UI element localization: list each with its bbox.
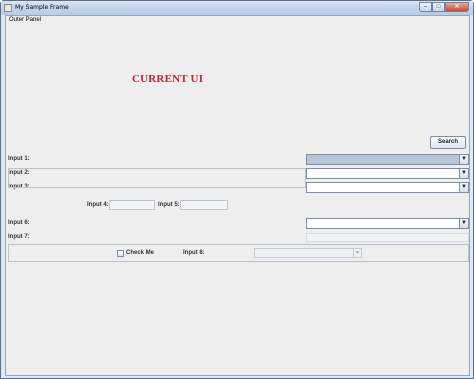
outer-panel: Outer Panel CURRENT UI Search Input 1: ▼… xyxy=(5,15,470,376)
input2-combo[interactable]: ▼ xyxy=(306,168,469,179)
input3-combo[interactable]: ▼ xyxy=(306,182,469,193)
java-app-icon xyxy=(4,4,12,12)
inner-panel-checkbox-input8 xyxy=(8,244,469,262)
input5-field[interactable] xyxy=(180,200,228,210)
input1-combo[interactable]: ▼ xyxy=(306,154,469,165)
chevron-down-icon[interactable]: ▼ xyxy=(459,219,468,228)
input5-label: Input 5: xyxy=(158,202,180,208)
input8-label: Input 8: xyxy=(183,250,205,256)
input6-label: Input 6: xyxy=(8,220,30,226)
close-button[interactable]: ✕ xyxy=(445,2,469,12)
input4-field[interactable] xyxy=(109,200,155,210)
current-ui-banner: CURRENT UI xyxy=(132,73,204,85)
chevron-down-icon[interactable]: ▼ xyxy=(459,183,468,192)
chevron-down-icon[interactable]: ▼ xyxy=(459,155,468,164)
inner-panel-inputs-4-5 xyxy=(8,168,306,188)
minimize-button[interactable]: – xyxy=(419,2,432,12)
input6-combo[interactable]: ▼ xyxy=(306,218,469,229)
maximize-button[interactable]: □ xyxy=(432,2,445,12)
title-bar[interactable]: My Sample Frame – □ ✕ xyxy=(1,1,473,15)
input7-label: Input 7: xyxy=(8,234,30,240)
input8-combo[interactable]: ▼ xyxy=(254,248,362,258)
window-title: My Sample Frame xyxy=(15,4,69,11)
outer-panel-label: Outer Panel xyxy=(9,17,42,23)
main-window: My Sample Frame – □ ✕ Outer Panel CURREN… xyxy=(0,0,474,379)
input7-field[interactable] xyxy=(306,233,469,242)
chevron-down-icon[interactable]: ▼ xyxy=(459,169,468,178)
input4-label: Input 4: xyxy=(87,202,109,208)
chevron-down-icon: ▼ xyxy=(353,249,361,257)
search-button[interactable]: Search xyxy=(430,136,466,149)
check-me-checkbox[interactable] xyxy=(117,250,124,257)
check-me-label[interactable]: Check Me xyxy=(126,250,154,256)
input1-label: Input 1: xyxy=(8,156,30,162)
